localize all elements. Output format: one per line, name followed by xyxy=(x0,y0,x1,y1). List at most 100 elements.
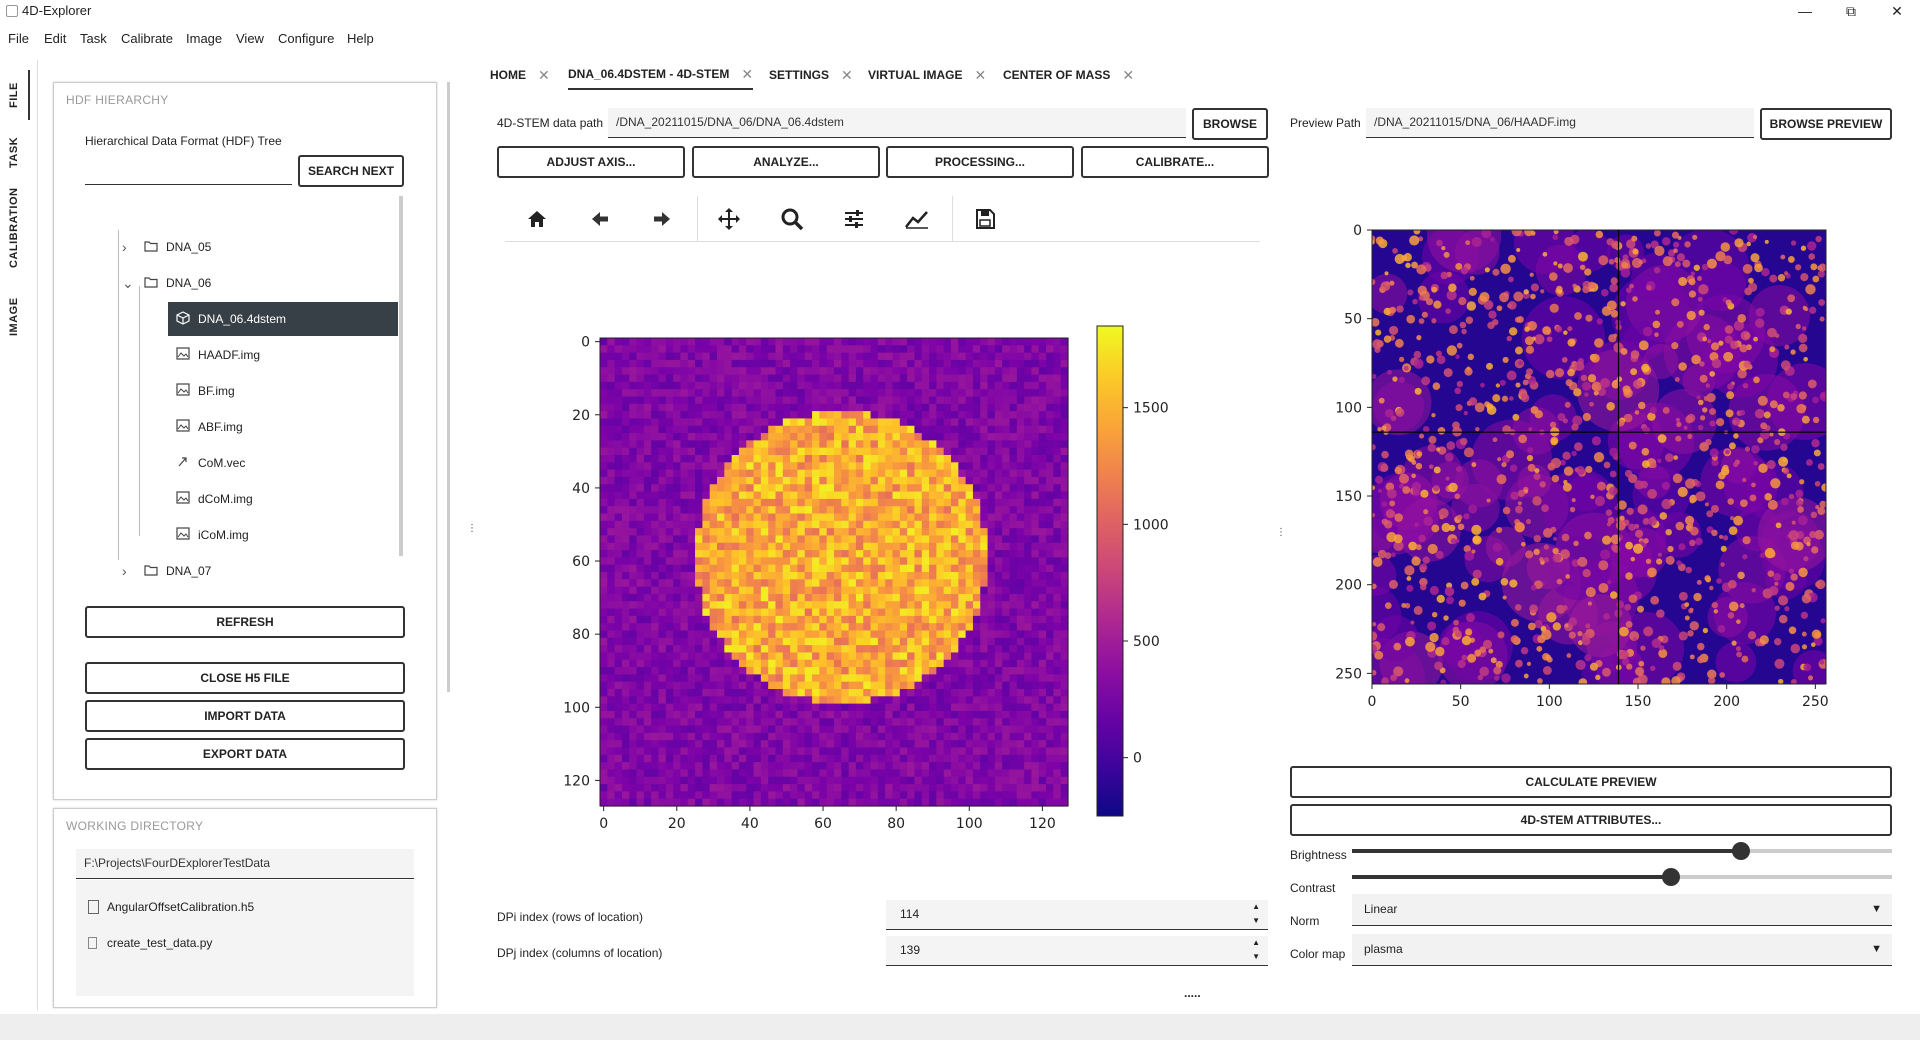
heatmap-cell xyxy=(687,462,696,471)
dpj-spinbox[interactable]: 139 ▲ ▼ xyxy=(886,936,1268,966)
heatmap-cell xyxy=(929,769,937,778)
heatmap-cell xyxy=(899,769,908,778)
spin-down-icon[interactable]: ▼ xyxy=(1252,952,1260,962)
diffraction-image[interactable] xyxy=(600,338,1069,807)
heatmap-cell xyxy=(841,747,850,756)
heatmap-cell xyxy=(768,703,777,712)
heatmap-cell xyxy=(790,732,799,741)
heatmap-cell xyxy=(812,506,820,515)
heatmap-cell xyxy=(1031,484,1040,493)
heatmap-cell xyxy=(790,623,799,632)
heatmap-cell xyxy=(1016,732,1025,741)
heatmap-cell xyxy=(1046,498,1054,507)
heatmap-cell xyxy=(724,762,733,771)
heatmap-cell xyxy=(607,762,616,771)
heatmap-cell xyxy=(848,455,857,463)
heatmap-cell xyxy=(600,637,608,646)
heatmap-cell xyxy=(709,520,718,529)
heatmap-cell xyxy=(965,359,974,368)
heatmap-cell xyxy=(673,601,682,610)
heatmap-cell xyxy=(790,615,799,624)
heatmap-cell xyxy=(753,630,762,639)
heatmap-cell xyxy=(621,615,630,624)
heatmap-cell xyxy=(921,681,930,690)
heatmap-cell xyxy=(614,696,623,705)
heatmap-cell xyxy=(753,784,762,792)
heatmap-cell xyxy=(687,659,696,668)
heatmap-cell xyxy=(629,513,638,522)
spin-up-icon[interactable]: ▲ xyxy=(1252,902,1260,912)
heatmap-cell xyxy=(972,791,981,800)
heatmap-cell xyxy=(892,352,901,361)
heatmap-cell xyxy=(636,762,645,771)
heatmap-cell xyxy=(1060,776,1069,785)
heatmap-cell xyxy=(1024,681,1033,690)
heatmap-cell xyxy=(943,374,952,383)
heatmap-cell xyxy=(943,608,952,617)
heatmap-cell xyxy=(804,381,813,390)
heatmap-cell xyxy=(855,681,864,690)
heatmap-cell xyxy=(958,586,967,595)
heatmap-cell xyxy=(1038,359,1047,368)
heatmap-cell xyxy=(782,681,791,690)
heatmap-cell xyxy=(760,593,769,602)
heatmap-cell xyxy=(1046,630,1054,639)
heatmap-cell xyxy=(768,754,777,763)
heatmap-cell xyxy=(738,367,747,376)
heatmap-cell xyxy=(1002,469,1011,478)
heatmap-cell xyxy=(1024,740,1033,749)
heatmap-cell xyxy=(936,681,945,690)
preview-path-field[interactable]: /DNA_20211015/DNA_06/HAADF.img xyxy=(1366,108,1754,138)
heatmap-cell xyxy=(702,542,711,551)
heatmap-cell xyxy=(943,732,952,741)
heatmap-cell xyxy=(863,359,872,368)
heatmap-cell xyxy=(885,557,894,566)
heatmap-cell xyxy=(695,469,703,478)
heatmap-cell xyxy=(695,791,703,800)
heatmap-cell xyxy=(907,703,916,712)
heatmap-cell xyxy=(753,528,762,537)
heatmap-cell xyxy=(958,469,967,478)
heatmap-cell xyxy=(834,572,842,580)
heatmap-cell xyxy=(848,469,857,478)
heatmap-cell xyxy=(621,550,630,558)
heatmap-cell xyxy=(746,345,755,354)
heatmap-cell xyxy=(753,659,762,668)
heatmap-cell xyxy=(768,359,777,368)
heatmap-cell xyxy=(812,769,820,778)
heatmap-cell xyxy=(797,498,806,507)
heatmap-cell xyxy=(965,425,974,434)
spin-up-icon[interactable]: ▲ xyxy=(1252,938,1260,948)
heatmap-cell xyxy=(746,506,755,515)
spin-down-icon[interactable]: ▼ xyxy=(1252,916,1260,926)
heatmap-cell xyxy=(775,696,784,705)
diffraction-pattern-plot[interactable]: 0020204040606080801001001201200500100015… xyxy=(0,0,1920,1040)
heatmap-cell xyxy=(907,403,916,412)
heatmap-cell xyxy=(687,740,696,749)
heatmap-cell xyxy=(812,433,820,441)
heatmap-cell xyxy=(731,710,740,719)
bottom-splitter-handle[interactable]: ..... xyxy=(1184,986,1201,1000)
heatmap-cell xyxy=(629,389,638,398)
heatmap-cell xyxy=(899,396,908,405)
dpi-spinbox[interactable]: 114 ▲ ▼ xyxy=(886,900,1268,930)
heatmap-cell xyxy=(1046,403,1054,412)
heatmap-cell xyxy=(907,623,916,632)
heatmap-cell xyxy=(753,476,762,485)
heatmap-cell xyxy=(600,630,608,639)
browse-preview-button[interactable]: BROWSE PREVIEW xyxy=(1760,108,1892,140)
heatmap-cell xyxy=(848,637,857,646)
heatmap-cell xyxy=(819,484,828,493)
heatmap-cell xyxy=(987,623,996,632)
heatmap-cell xyxy=(797,352,806,361)
heatmap-cell xyxy=(1060,484,1069,493)
heatmap-cell xyxy=(994,784,1003,792)
heatmap-cell xyxy=(636,440,645,449)
heatmap-cell xyxy=(695,747,703,756)
heatmap-cell xyxy=(804,798,813,807)
heatmap-cell xyxy=(753,418,762,427)
heatmap-cell xyxy=(724,572,733,580)
heatmap-cell xyxy=(636,689,645,697)
heatmap-cell xyxy=(1053,433,1062,441)
heatmap-cell xyxy=(614,732,623,741)
